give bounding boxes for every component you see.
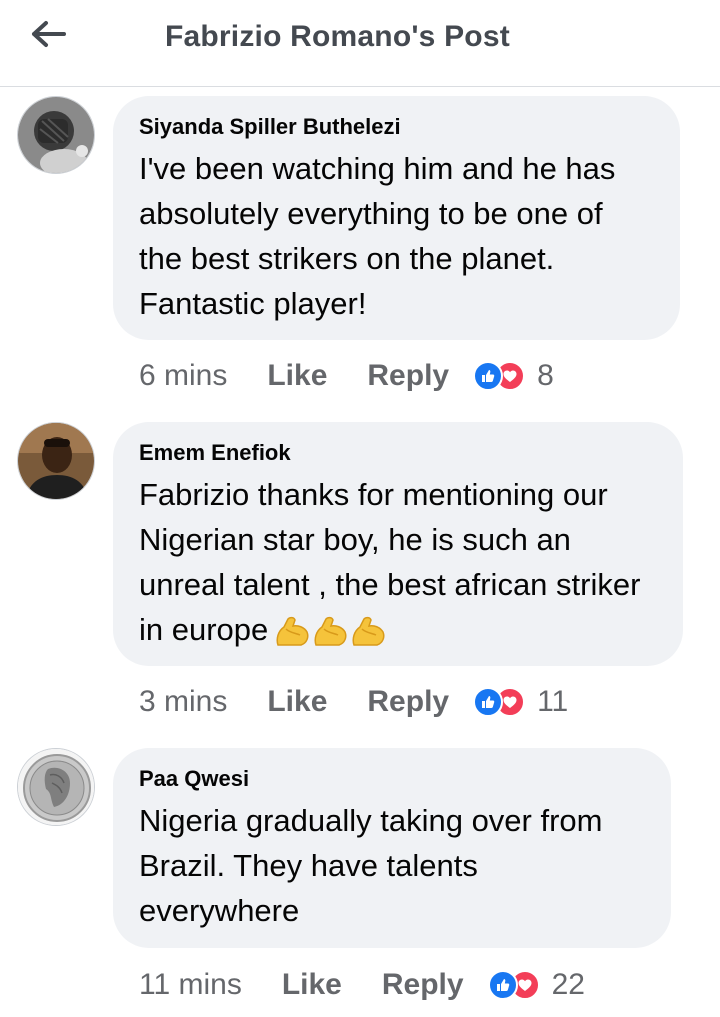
comment-text: I've been watching him and he has absolu… xyxy=(139,151,616,321)
comment-text-body: Fabrizio thanks for mentioning our Niger… xyxy=(139,477,641,647)
avatar[interactable] xyxy=(17,422,95,500)
avatar[interactable] xyxy=(17,96,95,174)
page-title: Fabrizio Romano's Post xyxy=(165,20,510,53)
comment-text: Nigeria gradually taking over from Brazi… xyxy=(139,803,603,928)
comment-author[interactable]: Siyanda Spiller Buthelezi xyxy=(139,114,654,140)
reply-button[interactable]: Reply xyxy=(382,968,464,1002)
comment-timestamp[interactable]: 11 mins xyxy=(139,968,242,1002)
comment-timestamp[interactable]: 3 mins xyxy=(139,685,227,719)
comment-bubble[interactable]: Siyanda Spiller Buthelezi I've been watc… xyxy=(113,96,680,340)
flexed-biceps-emoji xyxy=(352,616,385,646)
back-arrow-icon xyxy=(32,21,66,47)
comment-actions: 6 mins Like Reply 8 xyxy=(139,356,554,396)
reply-button[interactable]: Reply xyxy=(367,359,449,393)
avatar-image xyxy=(18,97,94,173)
like-button[interactable]: Like xyxy=(267,359,327,393)
like-button[interactable]: Like xyxy=(267,685,327,719)
like-reaction-icon xyxy=(473,687,504,717)
like-button[interactable]: Like xyxy=(282,968,342,1002)
like-reaction-icon xyxy=(473,361,504,391)
comment-actions: 3 mins Like Reply 11 xyxy=(139,682,568,722)
comment-actions: 11 mins Like Reply 22 xyxy=(139,965,585,1005)
comment-bubble[interactable]: Paa Qwesi Nigeria gradually taking over … xyxy=(113,748,671,948)
flexed-biceps-emoji xyxy=(314,616,347,646)
reaction-count: 11 xyxy=(537,685,569,718)
reply-button[interactable]: Reply xyxy=(367,685,449,719)
reactions-summary[interactable]: 8 xyxy=(473,359,554,393)
reactions-summary[interactable]: 11 xyxy=(473,685,568,719)
reactions-summary[interactable]: 22 xyxy=(487,968,585,1002)
comment-bubble[interactable]: Emem Enefiok Fabrizio thanks for mention… xyxy=(113,422,683,666)
comment-text: Fabrizio thanks for mentioning our Niger… xyxy=(139,472,657,652)
comment-timestamp[interactable]: 6 mins xyxy=(139,359,227,393)
avatar-image xyxy=(18,749,94,825)
avatar-image xyxy=(18,423,94,499)
comment-author[interactable]: Emem Enefiok xyxy=(139,440,657,466)
post-header: Fabrizio Romano's Post xyxy=(0,0,720,87)
comment-author[interactable]: Paa Qwesi xyxy=(139,766,645,792)
emoji-group xyxy=(274,615,386,649)
like-reaction-icon xyxy=(487,970,518,1000)
avatar[interactable] xyxy=(17,748,95,826)
back-button[interactable] xyxy=(24,14,72,54)
flexed-biceps-emoji xyxy=(276,616,309,646)
reaction-count: 8 xyxy=(537,359,554,392)
reaction-count: 22 xyxy=(551,968,585,1001)
